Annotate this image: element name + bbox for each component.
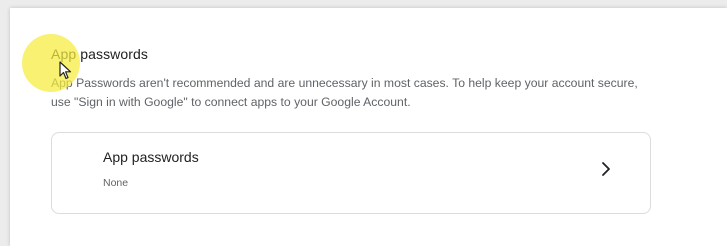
section-description: App Passwords aren't recommended and are… (51, 76, 638, 109)
mouse-cursor-icon (59, 61, 72, 80)
app-passwords-card[interactable]: App passwords None (51, 132, 651, 214)
chevron-right-icon (602, 162, 610, 176)
card-value: None (103, 177, 129, 189)
card-title: App passwords (103, 149, 199, 165)
app-passwords-panel: App passwords App Passwords aren't recom… (10, 8, 727, 246)
